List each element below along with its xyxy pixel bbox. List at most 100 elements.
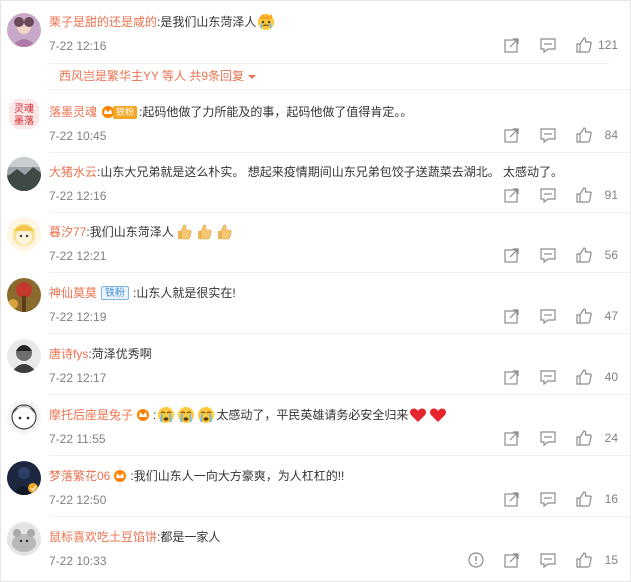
comment-icon[interactable] (539, 246, 557, 264)
comment-icon[interactable] (539, 186, 557, 204)
divider (49, 89, 630, 90)
svg-text:灵魂: 灵魂 (14, 102, 34, 115)
thumbs-up-icon[interactable] (575, 490, 593, 508)
username-link[interactable]: 唐诗fys (49, 345, 88, 363)
username-link[interactable]: 大猪水云 (49, 163, 97, 181)
share-icon[interactable] (503, 307, 521, 325)
username-link[interactable]: 鼠标喜欢吃土豆馅饼 (49, 528, 157, 546)
comment-line: 唐诗fys: 菏泽优秀啊 (49, 345, 152, 363)
comment-actions: 56 (485, 245, 618, 265)
divider (49, 272, 630, 273)
avatar[interactable] (7, 400, 41, 434)
avatar[interactable] (7, 278, 41, 312)
thumbs-up-emoji-icon (195, 223, 213, 241)
thumbs-up-icon[interactable] (575, 307, 593, 325)
iron-fan-badge: 铁粉 (101, 286, 130, 300)
share-icon[interactable] (503, 551, 521, 569)
comment-line: 大猪水云: 山东大兄弟就是这么朴实。 想起来疫情期间山东兄弟包饺子送蔬菜去湖北。 … (49, 163, 564, 181)
crown-icon (114, 470, 127, 482)
comment-actions: 15 (449, 550, 618, 570)
comment-actions: 47 (485, 306, 618, 326)
like-count: 84 (604, 128, 618, 142)
share-icon[interactable] (503, 36, 521, 54)
thumbs-up-icon[interactable] (575, 186, 593, 204)
share-icon[interactable] (503, 126, 521, 144)
reply-username-link[interactable]: 西风岂是繁华主YY (59, 67, 159, 84)
comment-icon[interactable] (539, 368, 557, 386)
comment-item: 暮汐77: 我们山东菏泽人 7-22 12:21 56 (1, 213, 631, 273)
divider (49, 394, 630, 395)
comment-icon[interactable] (539, 490, 557, 508)
like-count: 47 (604, 309, 618, 323)
avatar[interactable] (7, 339, 41, 373)
thumbs-up-emoji-icon (215, 223, 233, 241)
comment-text: 是我们山东菏泽人 (160, 15, 257, 29)
like-count: 121 (597, 38, 618, 52)
thumbs-up-emoji-icon (175, 223, 193, 241)
avatar[interactable] (7, 461, 41, 495)
username-link[interactable]: 摩托后座是兔子 (49, 406, 133, 424)
replies-summary[interactable]: 西风岂是繁华主YY 等人 共9条回复 (49, 63, 609, 87)
comment-actions: 84 (485, 125, 618, 145)
share-icon[interactable] (503, 429, 521, 447)
comment-time: 7-22 10:45 (49, 129, 107, 143)
thumbs-up-icon[interactable] (575, 368, 593, 386)
like-count: 56 (604, 248, 618, 262)
comment-time: 7-22 12:19 (49, 310, 107, 324)
share-icon[interactable] (503, 186, 521, 204)
comment-icon[interactable] (539, 126, 557, 144)
comment-icon[interactable] (539, 551, 557, 569)
crying-emoji-icon (197, 406, 215, 424)
comment-text: 山东人就是很实在! (136, 286, 236, 300)
comment-icon[interactable] (539, 36, 557, 54)
thumbs-up-icon[interactable] (575, 429, 593, 447)
avatar[interactable]: 灵魂 墨落 (7, 97, 41, 131)
avatar[interactable] (7, 13, 41, 47)
comment-item: 灵魂 墨落 落墨灵魂 铁粉 : 起码他做了力所能及的事，起码他做了值得肯定。。 7-… (1, 93, 631, 153)
divider (49, 455, 630, 456)
comment-actions: 91 (485, 185, 618, 205)
avatar[interactable] (7, 157, 41, 191)
avatar[interactable] (7, 217, 41, 251)
comment-line: 神仙莫莫 铁粉: 山东人就是很实在! (49, 284, 236, 302)
like-count: 24 (604, 431, 618, 445)
comment-text: 都是一家人 (160, 530, 221, 544)
comment-icon[interactable] (539, 429, 557, 447)
comment-line: 摩托后座是兔子 : 太感动了，平民英雄请务必安全归来 (49, 406, 448, 424)
username-link[interactable]: 神仙莫莫 (49, 284, 97, 302)
thumbs-up-icon[interactable] (575, 246, 593, 264)
like-count: 40 (604, 370, 618, 384)
thumbs-up-icon[interactable] (575, 551, 593, 569)
comment-actions: 24 (485, 428, 618, 448)
comment-actions: 40 (485, 367, 618, 387)
comment-item: 梦落繁花06 : 我们山东人一向大方豪爽，为人杠杠的!! 7-22 12:50 1… (1, 457, 631, 517)
comment-line: 暮汐77: 我们山东菏泽人 (49, 223, 234, 241)
comment-text: 太感动了，平民英雄请务必安全归来 (216, 408, 409, 422)
share-icon[interactable] (503, 490, 521, 508)
comment-time: 7-22 12:50 (49, 493, 107, 507)
comment-text: 山东大兄弟就是这么朴实。 想起来疫情期间山东兄弟包饺子送蔬菜去湖北。 太感动了。 (100, 165, 564, 179)
share-icon[interactable] (503, 246, 521, 264)
reply-count-link[interactable]: 等人 共9条回复 (162, 67, 244, 84)
username-link[interactable]: 梦落繁花06 (49, 467, 110, 485)
share-icon[interactable] (503, 368, 521, 386)
thumbs-up-icon[interactable] (575, 36, 593, 54)
comment-line: 落墨灵魂 铁粉 : 起码他做了力所能及的事，起码他做了值得肯定。。 (49, 103, 413, 121)
avatar[interactable] (7, 522, 41, 556)
comment-time: 7-22 10:33 (49, 554, 107, 568)
report-icon[interactable] (467, 551, 485, 569)
comment-list: 栗子是甜的还是咸的: 是我们山东菏泽人 7-22 12:16 121 西风岂是繁华… (0, 0, 631, 582)
username-link[interactable]: 落墨灵魂 (49, 103, 97, 121)
comment-time: 7-22 12:16 (49, 189, 107, 203)
comment-line: 栗子是甜的还是咸的: 是我们山东菏泽人 (49, 13, 276, 31)
comment-item: 栗子是甜的还是咸的: 是我们山东菏泽人 7-22 12:16 121 (1, 3, 631, 63)
thumbs-up-icon[interactable] (575, 126, 593, 144)
username-link[interactable]: 栗子是甜的还是咸的 (49, 13, 157, 31)
comment-icon[interactable] (539, 307, 557, 325)
like-count: 91 (604, 188, 618, 202)
crying-emoji-icon (157, 406, 175, 424)
comment-item: 大猪水云: 山东大兄弟就是这么朴实。 想起来疫情期间山东兄弟包饺子送蔬菜去湖北。 … (1, 153, 631, 213)
username-link[interactable]: 暮汐77 (49, 223, 86, 241)
comment-text: 菏泽优秀啊 (91, 347, 152, 361)
heart-icon (409, 406, 427, 424)
